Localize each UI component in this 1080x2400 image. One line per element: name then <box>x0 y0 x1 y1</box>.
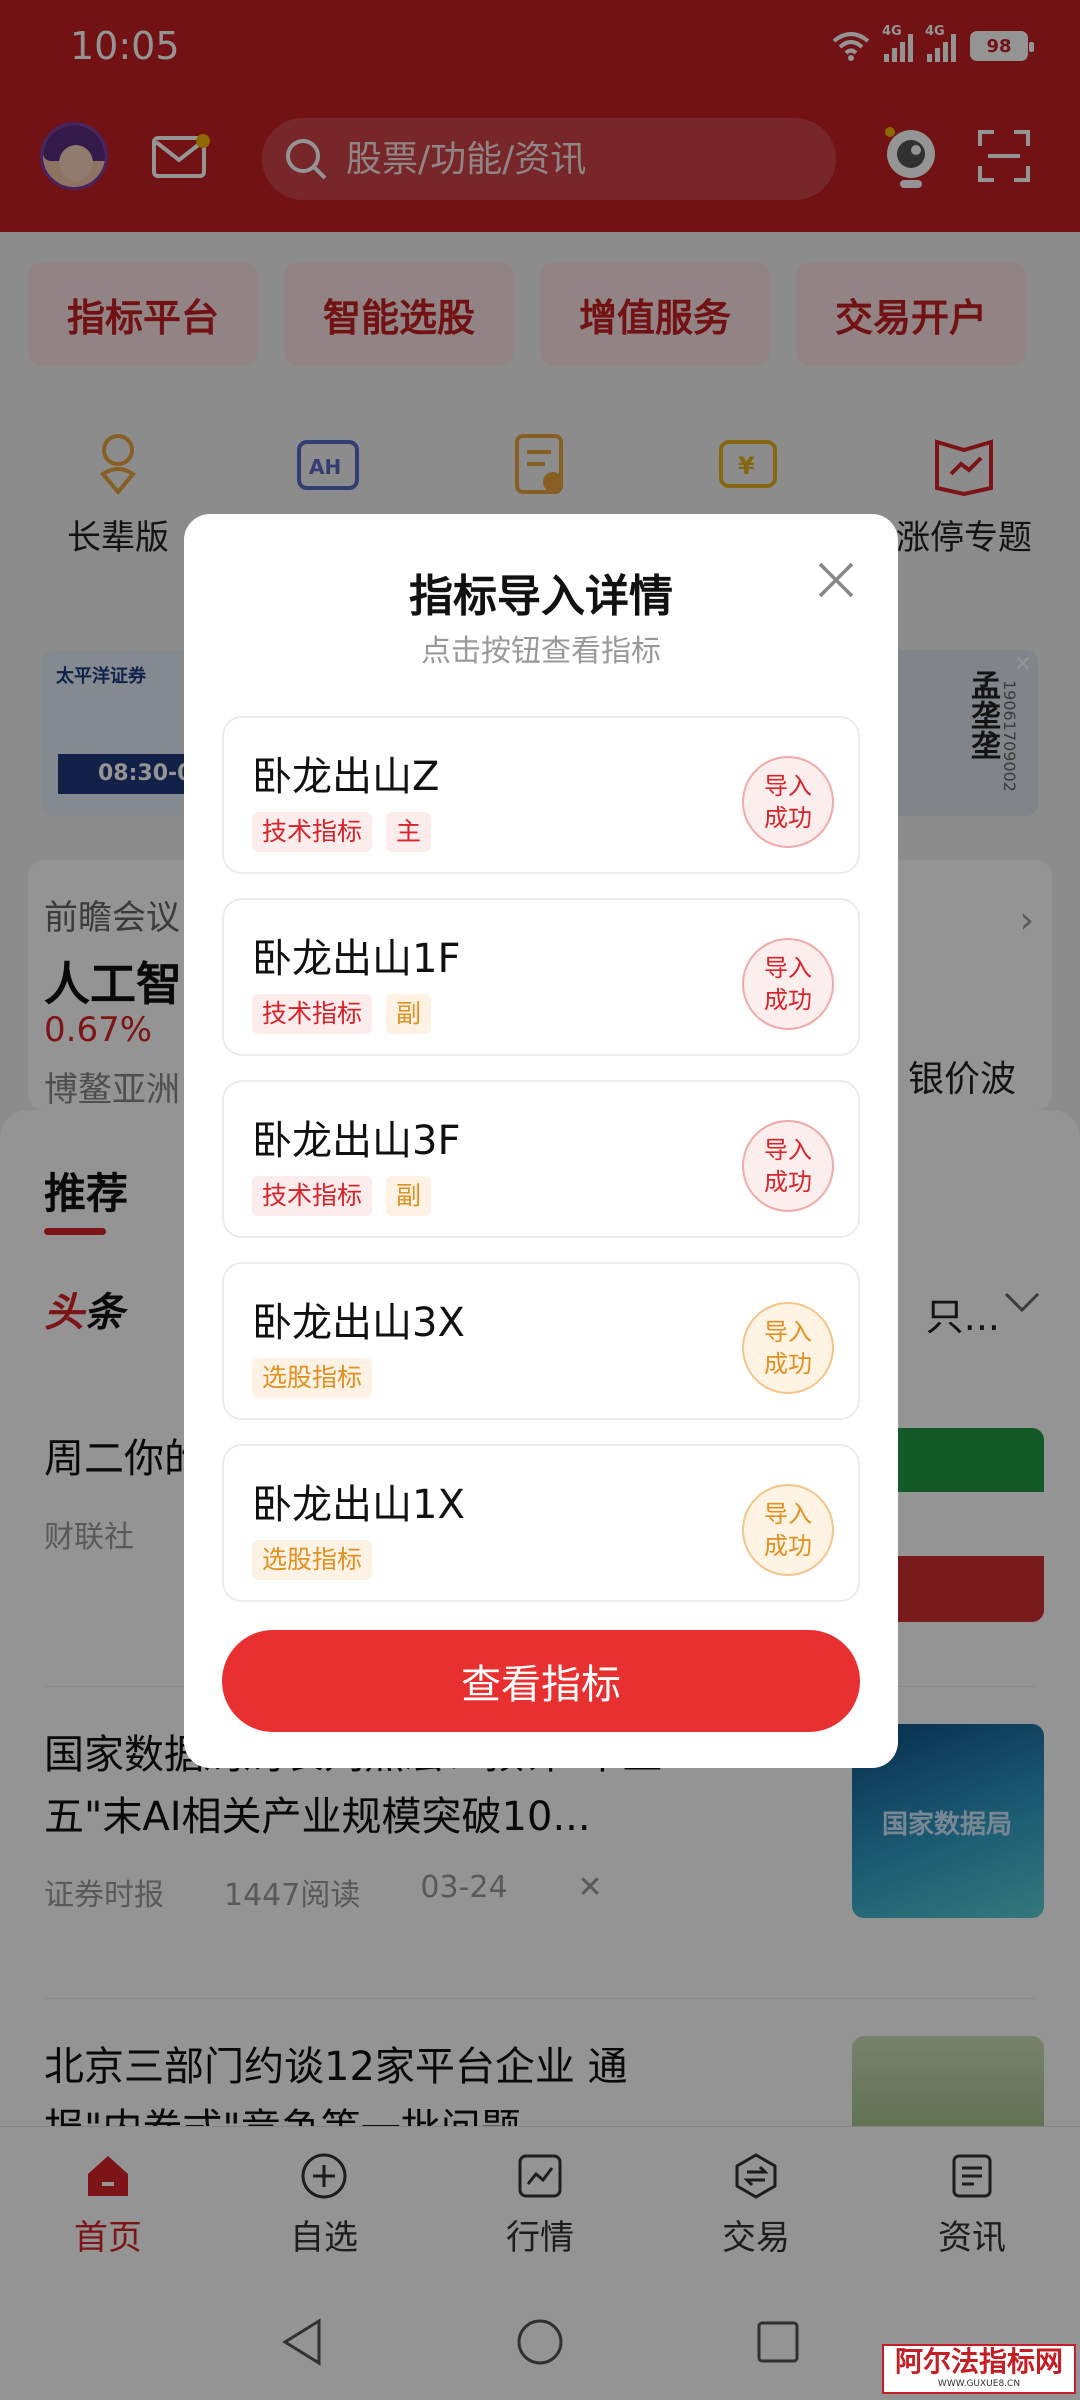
indicator-card-z[interactable]: 卧龙出山Z 技术指标 主 导入 成功 <box>222 716 860 874</box>
import-success-stamp: 导入 成功 <box>742 938 834 1030</box>
indicator-card-1x[interactable]: 卧龙出山1X 选股指标 导入 成功 <box>222 1444 860 1602</box>
tag-type: 技术指标 <box>252 812 373 852</box>
import-success-stamp: 导入 成功 <box>742 1484 834 1576</box>
tag-role: 副 <box>386 1176 432 1216</box>
import-success-stamp: 导入 成功 <box>742 1302 834 1394</box>
dialog-subtitle: 点击按钮查看指标 <box>421 634 661 669</box>
import-success-stamp: 导入 成功 <box>742 1120 834 1212</box>
indicator-card-3x[interactable]: 卧龙出山3X 选股指标 导入 成功 <box>222 1262 860 1420</box>
indicator-import-dialog: 指标导入详情 点击按钮查看指标 卧龙出山Z 技术指标 主 导入 成功 卧龙出山1F… <box>184 514 898 1768</box>
tag-type: 选股指标 <box>252 1358 373 1398</box>
tag-type: 技术指标 <box>252 1176 373 1216</box>
tag-type: 技术指标 <box>252 994 373 1034</box>
tag-type: 选股指标 <box>252 1540 373 1580</box>
view-indicators-button[interactable]: 查看指标 <box>222 1630 860 1732</box>
indicator-card-1f[interactable]: 卧龙出山1F 技术指标 副 导入 成功 <box>222 898 860 1056</box>
indicator-card-3f[interactable]: 卧龙出山3F 技术指标 副 导入 成功 <box>222 1080 860 1238</box>
site-watermark: 阿尔法指标网 WWW.GUXUE8.CN <box>882 2344 1076 2394</box>
close-icon[interactable] <box>806 550 866 610</box>
tag-role: 副 <box>386 994 432 1034</box>
import-success-stamp: 导入 成功 <box>742 756 834 848</box>
tag-role: 主 <box>386 812 432 852</box>
dialog-title: 指标导入详情 <box>409 571 673 622</box>
